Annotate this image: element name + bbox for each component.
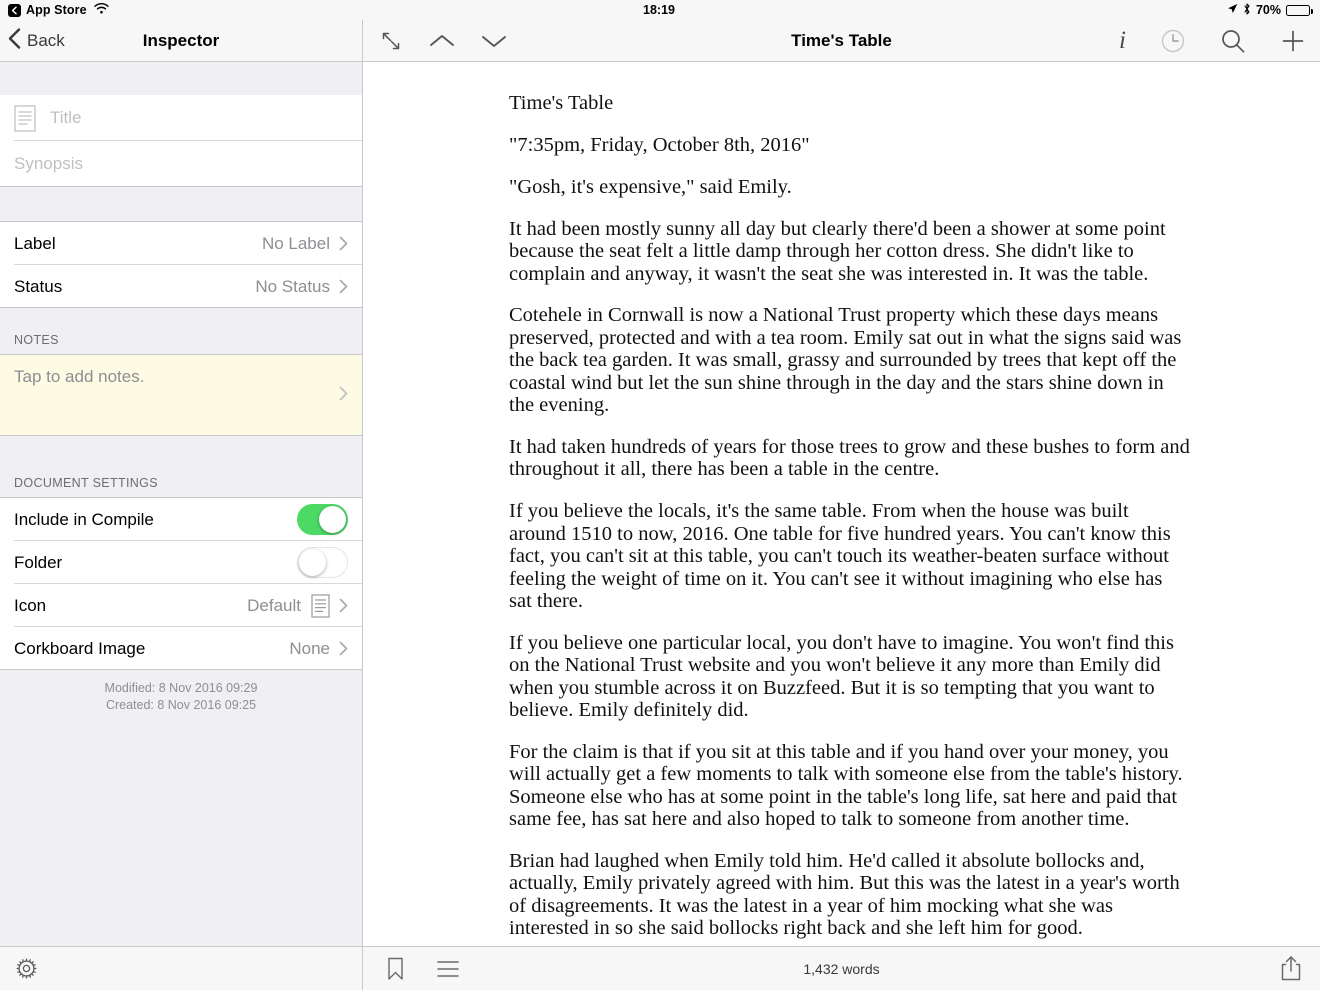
created-date: Created: 8 Nov 2016 09:25: [105, 698, 257, 712]
status-row-value: No Status: [255, 276, 330, 296]
paragraph: Brian had laughed when Emily told him. H…: [509, 850, 1180, 940]
label-row-label: Label: [14, 233, 56, 253]
paragraph: If you believe one particular local, you…: [509, 631, 1174, 722]
label-row[interactable]: Label No Label: [0, 222, 362, 265]
back-to-app-icon[interactable]: [8, 3, 21, 17]
document-lines-icon: [14, 104, 36, 132]
chevron-right-icon: [339, 386, 348, 406]
hamburger-list-icon[interactable]: [436, 959, 460, 979]
modified-date: Modified: 8 Nov 2016 09:29: [104, 681, 258, 695]
notes-section-header: NOTES: [0, 308, 362, 355]
status-bar-app-name[interactable]: App Store: [26, 3, 87, 17]
info-italic-i-icon[interactable]: i: [1119, 28, 1126, 53]
chevron-right-icon: [339, 236, 348, 251]
add-plus-icon[interactable]: [1280, 28, 1306, 54]
status-bar-center: 18:19: [0, 0, 1320, 20]
folder-toggle[interactable]: [297, 547, 348, 578]
paragraph: Cotehele in Cornwall is now a National T…: [509, 304, 1182, 417]
word-count: 1,432 words: [803, 960, 880, 977]
chevron-up-icon[interactable]: [429, 32, 455, 50]
icon-row[interactable]: Icon Default: [0, 584, 362, 627]
corkboard-image-value: None: [289, 638, 330, 658]
synopsis-input[interactable]: Synopsis: [14, 154, 83, 174]
icon-row-label: Icon: [14, 595, 47, 615]
paragraph: For the claim is that if you sit at this…: [509, 740, 1183, 831]
document-lines-icon: [311, 593, 330, 618]
chevron-right-icon: [339, 641, 348, 656]
include-in-compile-toggle[interactable]: [297, 504, 348, 535]
wifi-icon: [93, 3, 109, 17]
document-dates: Modified: 8 Nov 2016 09:29 Created: 8 No…: [0, 670, 362, 714]
editor-nav-right-group: i: [1119, 20, 1306, 61]
document-settings-header-label: DOCUMENT SETTINGS: [14, 476, 158, 490]
history-clock-icon[interactable]: [1160, 28, 1186, 54]
expand-arrows-icon[interactable]: [379, 29, 403, 53]
title-field-row[interactable]: Title: [0, 95, 362, 141]
bluetooth-icon: [1243, 2, 1251, 18]
status-bar-right: 70%: [1227, 0, 1313, 20]
icon-row-value: Default: [247, 595, 301, 615]
title-input[interactable]: Title: [50, 108, 82, 128]
status-row[interactable]: Status No Status: [0, 265, 362, 308]
group-gap-1: [0, 186, 362, 222]
paragraph: If you believe the locals, it's the same…: [509, 500, 1171, 612]
status-row-label: Status: [14, 276, 63, 296]
back-button-label: Back: [27, 30, 65, 50]
group-gap-top: [0, 62, 362, 95]
battery-icon: [1286, 4, 1313, 16]
synopsis-field-row[interactable]: Synopsis: [0, 141, 362, 186]
chevron-left-icon: [8, 27, 21, 54]
status-bar-clock: 18:19: [643, 3, 675, 17]
editor-nav-bar: Time's Table i: [362, 20, 1320, 62]
inspector-toolbar: [0, 946, 362, 990]
battery-percent: 70%: [1255, 3, 1281, 17]
corkboard-image-row[interactable]: Corkboard Image None: [0, 627, 362, 670]
notes-placeholder: Tap to add notes.: [14, 367, 145, 386]
include-in-compile-row[interactable]: Include in Compile: [0, 498, 362, 541]
editor-toolbar-right-group: [1280, 947, 1302, 990]
inspector-nav-bar: Inspector Back: [0, 20, 362, 62]
chevron-right-icon: [339, 279, 348, 294]
include-in-compile-label: Include in Compile: [14, 509, 154, 529]
gear-icon[interactable]: [14, 956, 39, 981]
inspector-panel: Title Synopsis Label No Label Status No …: [0, 62, 362, 946]
share-icon[interactable]: [1280, 955, 1302, 982]
chevron-right-icon: [339, 598, 348, 613]
back-button[interactable]: Back: [8, 20, 65, 61]
corkboard-image-label: Corkboard Image: [14, 638, 146, 658]
editor-pane[interactable]: Time's Table "7:35pm, Friday, October 8t…: [362, 62, 1320, 946]
notes-box[interactable]: Tap to add notes.: [0, 355, 362, 436]
label-row-value: No Label: [261, 233, 330, 253]
status-bar: App Store 18:19 70%: [0, 0, 1320, 20]
search-icon[interactable]: [1220, 28, 1246, 54]
document-settings-section-header: DOCUMENT SETTINGS: [0, 436, 362, 498]
notes-section-header-label: NOTES: [14, 333, 59, 347]
paragraph: Time's Table: [509, 92, 614, 114]
paragraph: "Gosh, it's expensive," said Emily.: [509, 175, 792, 198]
chevron-down-icon[interactable]: [481, 32, 507, 50]
bookmark-icon[interactable]: [387, 957, 404, 981]
document-text[interactable]: Time's Table "7:35pm, Friday, October 8t…: [363, 62, 1320, 940]
location-arrow-icon: [1227, 3, 1238, 17]
paragraph: "7:35pm, Friday, October 8th, 2016": [509, 133, 810, 156]
paragraph: It had been mostly sunny all day but cle…: [509, 217, 1166, 285]
folder-label: Folder: [14, 552, 63, 572]
editor-nav-left-group: [379, 20, 507, 61]
editor-toolbar: 1,432 words: [362, 946, 1320, 990]
editor-toolbar-left-group: [387, 947, 460, 990]
paragraph: It had taken hundreds of years for those…: [509, 435, 1190, 481]
status-bar-left: App Store: [8, 0, 109, 20]
app-root: App Store 18:19 70% Inspector Back Time'…: [0, 0, 1320, 990]
folder-row[interactable]: Folder: [0, 541, 362, 584]
